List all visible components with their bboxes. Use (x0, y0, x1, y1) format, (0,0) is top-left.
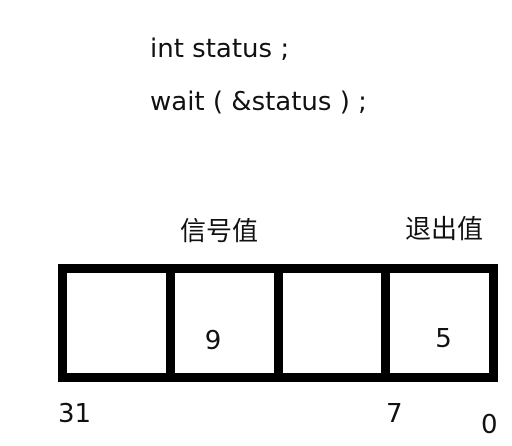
status-register-diagram: 9 5 (58, 264, 498, 382)
signal-value-label: 信号值 (180, 217, 259, 247)
register-cell-exit: 5 (390, 273, 489, 373)
register-cell-signal: 9 (175, 273, 283, 373)
register-cell-1 (67, 273, 175, 373)
bit-index-0: 0 (481, 410, 498, 440)
exit-value-label: 退出值 (405, 215, 484, 245)
signal-value: 9 (204, 326, 222, 356)
code-line-wait-call: wait ( &status ) ; (150, 87, 367, 117)
exit-value: 5 (435, 324, 452, 354)
bit-index-31: 31 (58, 399, 92, 429)
bit-index-7: 7 (386, 399, 403, 429)
code-line-declaration: int status ; (150, 34, 290, 64)
register-cell-3 (283, 273, 391, 373)
